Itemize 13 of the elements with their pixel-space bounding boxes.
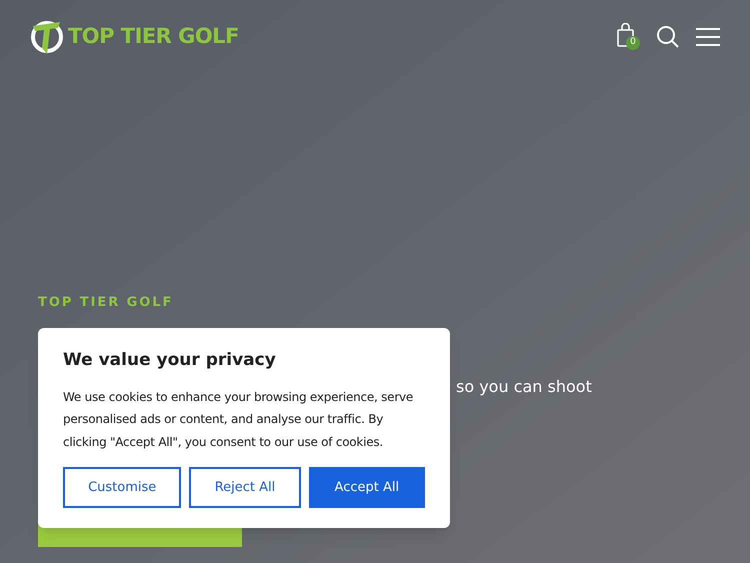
menu-icon[interactable]: [696, 27, 720, 47]
cart-count-badge: 0: [626, 36, 640, 50]
cookie-button[interactable]: Accept All: [308, 467, 425, 508]
shopping-bag-icon[interactable]: [616, 23, 636, 47]
dialog-title: We value your privacy: [63, 349, 277, 372]
logo-text[interactable]: TOP TIER GOLF: [68, 21, 239, 53]
cookie-button[interactable]: Reject All: [189, 467, 301, 508]
logo-icon: [30, 18, 64, 56]
dialog-body: We use cookies to enhance your browsing experience, serve personalised ads or content, and analyse our traffic. By clicking "Accept All", you consent to our use of cookies.: [63, 388, 414, 450]
hero-text-fragment: so you can shoot: [456, 376, 592, 396]
search-icon[interactable]: [656, 25, 680, 49]
cookie-button[interactable]: Customise: [63, 467, 182, 508]
hero-eyebrow: TOP TIER GOLF: [38, 294, 174, 312]
